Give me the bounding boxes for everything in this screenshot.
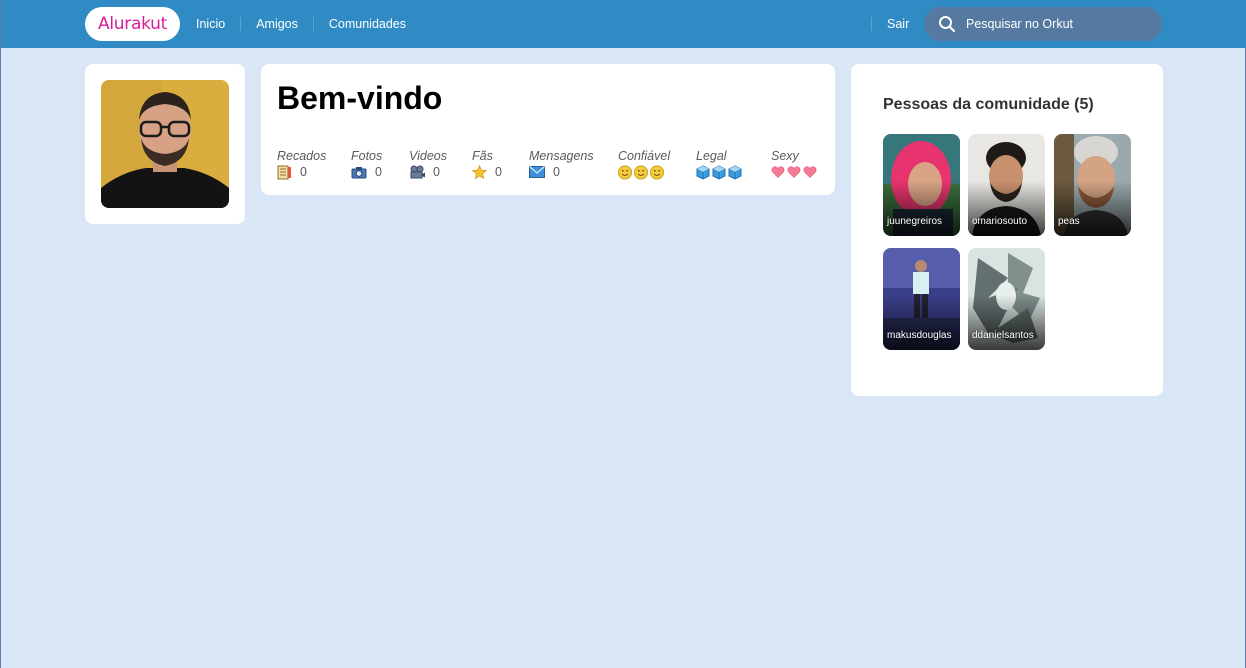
top-bar: Alurakut Inicio Amigos Comunidades Sair <box>1 0 1246 48</box>
camera-icon <box>351 166 367 178</box>
stat-label-fotos: Fotos <box>351 149 383 163</box>
stat-value-recados: 0 <box>300 165 307 179</box>
ice-cube-icon <box>696 164 742 180</box>
rating-legal[interactable]: Legal <box>696 149 744 180</box>
community-person-makusdouglas[interactable]: makusdouglas <box>883 248 960 350</box>
search-box[interactable] <box>924 7 1162 41</box>
person-name: makusdouglas <box>887 330 952 341</box>
stat-videos[interactable]: Videos 0 <box>409 149 447 180</box>
rating-confiavel[interactable]: Confiável <box>618 149 670 180</box>
stat-label-fas: Fãs <box>472 149 493 163</box>
community-person-peas[interactable]: peas <box>1054 134 1131 236</box>
person-name: ddanielsantos <box>972 330 1034 341</box>
profile-avatar[interactable] <box>101 80 229 208</box>
community-title: Pessoas da comunidade (5) <box>883 96 1094 113</box>
nav-link-amigos[interactable]: Amigos <box>240 17 313 31</box>
profile-card <box>85 64 245 224</box>
main-nav: Inicio Amigos Comunidades <box>196 0 421 48</box>
stat-mensagens[interactable]: Mensagens 0 <box>529 149 594 180</box>
envelope-icon <box>529 166 545 178</box>
community-person-omariosouto[interactable]: omariosouto <box>968 134 1045 236</box>
video-camera-icon <box>410 165 425 179</box>
logo[interactable]: Alurakut <box>85 7 180 41</box>
rating-icons-confiavel <box>618 164 670 180</box>
rating-label-confiavel: Confiável <box>618 149 671 163</box>
welcome-card: Bem-vindo Recados 0 Fotos 0 Videos 0 Fãs… <box>261 64 835 195</box>
stat-fas[interactable]: Fãs 0 <box>472 149 502 180</box>
stat-fotos[interactable]: Fotos 0 <box>351 149 382 180</box>
stat-label-videos: Videos <box>409 149 447 163</box>
stat-value-fotos: 0 <box>375 165 382 179</box>
rating-label-legal: Legal <box>696 149 727 163</box>
community-person-ddanielsantos[interactable]: ddanielsantos <box>968 248 1045 350</box>
stat-label-recados: Recados <box>277 149 327 163</box>
logout-link[interactable]: Sair <box>871 17 909 31</box>
nav-link-comunidades[interactable]: Comunidades <box>312 17 421 31</box>
stat-value-videos: 0 <box>433 165 440 179</box>
rating-sexy[interactable]: Sexy <box>771 149 819 180</box>
search-input[interactable] <box>966 17 1156 31</box>
notebook-icon <box>277 165 291 179</box>
smiley-icon <box>618 165 664 179</box>
person-name: juunegreiros <box>887 216 943 227</box>
heart-icon <box>771 166 817 178</box>
star-icon <box>472 164 487 179</box>
person-name: omariosouto <box>972 216 1028 227</box>
rating-icons-sexy <box>771 164 819 180</box>
community-person-juunegreiros[interactable]: juunegreiros <box>883 134 960 236</box>
stat-value-mensagens: 0 <box>553 165 560 179</box>
stat-recados[interactable]: Recados 0 <box>277 149 326 180</box>
search-icon[interactable] <box>938 15 956 33</box>
logo-text: Alurakut <box>98 14 167 34</box>
stat-value-fas: 0 <box>495 165 502 179</box>
rating-label-sexy: Sexy <box>771 149 799 163</box>
welcome-title: Bem-vindo <box>277 80 443 116</box>
stat-label-mensagens: Mensagens <box>529 149 594 163</box>
nav-link-inicio[interactable]: Inicio <box>196 17 240 31</box>
community-card: Pessoas da comunidade (5) juunegreiros o… <box>851 64 1163 396</box>
person-name: peas <box>1058 216 1080 227</box>
rating-icons-legal <box>696 164 744 180</box>
